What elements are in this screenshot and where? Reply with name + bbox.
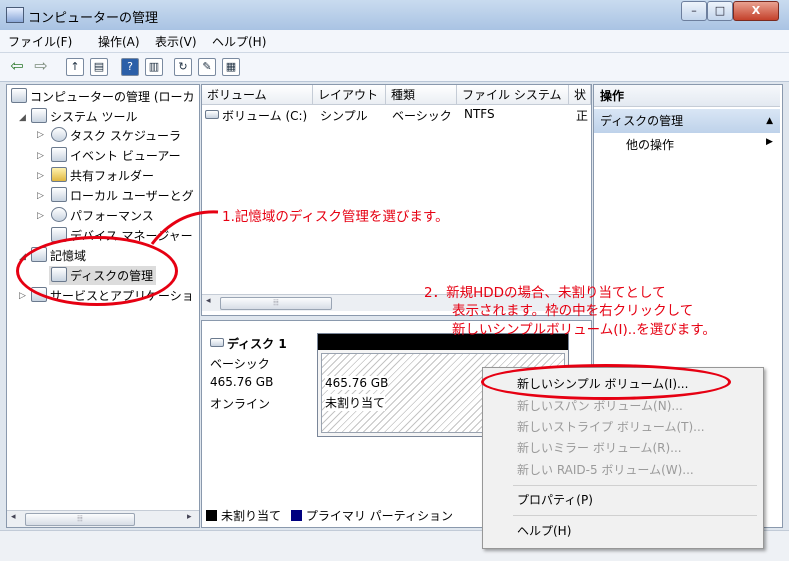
annotation-step2-line3: 新しいシンプルボリューム(I)..を選びます。 <box>452 322 716 338</box>
annotation-ring-storage <box>16 236 178 306</box>
annotation-step1: 1.記憶域のディスク管理を選びます。 <box>222 209 449 225</box>
annotation-pointer-line <box>150 210 219 245</box>
annotation-ring-new-simple-volume <box>481 364 731 400</box>
annotation-step2-line1: 2．新規HDDの場合、未割り当てとして <box>424 285 666 301</box>
annotation-step2-line2: 表示されます。枠の中を右クリックして <box>452 303 694 319</box>
